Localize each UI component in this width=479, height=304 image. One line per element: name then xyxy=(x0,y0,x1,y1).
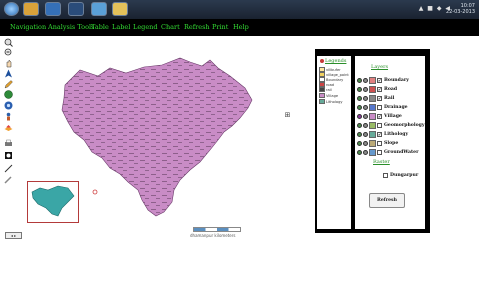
menu-analysis-tools[interactable]: Analysis Tools xyxy=(48,23,94,31)
layer-swatch xyxy=(369,139,376,147)
layer-row-drainage[interactable]: Drainage xyxy=(357,103,408,111)
layer-visibility-icon[interactable] xyxy=(357,95,362,101)
layer-checkbox[interactable] xyxy=(377,122,382,128)
user-icon[interactable] xyxy=(3,112,14,121)
north-arrow-icon[interactable] xyxy=(3,69,14,78)
folder-taskbar-icon[interactable] xyxy=(112,2,128,16)
printer-icon[interactable] xyxy=(3,139,14,148)
globe-icon[interactable] xyxy=(3,90,14,99)
menu-label[interactable]: Label xyxy=(112,23,130,31)
layer-row-geomorphology[interactable]: Geomorphology xyxy=(357,121,425,129)
menu-navigation[interactable]: Navigation xyxy=(10,23,46,31)
layer-visibility-icon[interactable] xyxy=(357,149,362,155)
zoom-in-icon[interactable] xyxy=(3,38,14,47)
overview-map[interactable] xyxy=(27,181,79,223)
layers-title: Layers xyxy=(371,64,389,70)
layer-row-slope[interactable]: Slope xyxy=(357,139,398,147)
legend-item: rail xyxy=(319,87,332,92)
layer-swatch xyxy=(369,85,376,93)
layer-swatch xyxy=(369,112,376,120)
layer-zoom-icon[interactable] xyxy=(363,149,368,155)
start-orb-icon[interactable] xyxy=(4,2,19,16)
legend-title: Legends xyxy=(325,58,347,64)
layer-checkbox[interactable] xyxy=(377,149,382,155)
app-taskbar-icon[interactable] xyxy=(68,2,84,16)
layer-visibility-icon[interactable] xyxy=(357,86,362,92)
layer-visibility-icon[interactable] xyxy=(357,140,362,146)
layer-zoom-icon[interactable] xyxy=(363,140,368,146)
layer-visibility-icon[interactable] xyxy=(357,131,362,137)
zoom-out-icon[interactable] xyxy=(3,48,14,57)
legend-close-icon[interactable] xyxy=(320,59,324,63)
zoom-slider[interactable]: ◂ ▸ xyxy=(5,232,22,239)
legend-item: Lithology xyxy=(319,99,343,104)
measure-icon[interactable] xyxy=(3,164,14,173)
pan-icon[interactable] xyxy=(3,59,14,68)
legend-swatch xyxy=(319,87,325,92)
windows-taskbar: ▲ ■ ◆ ◀ 10:07 22-03-2013 xyxy=(0,0,479,19)
layer-row-village[interactable]: ✔ Village xyxy=(357,112,402,120)
layer-zoom-icon[interactable] xyxy=(363,95,368,101)
layer-row-boundary[interactable]: ✔ Boundary xyxy=(357,76,409,84)
layer-zoom-icon[interactable] xyxy=(363,131,368,137)
legend-list: Legends villbufer village_point Boundary… xyxy=(317,56,351,229)
layer-row-lithology[interactable]: ✔ Lithology xyxy=(357,130,408,138)
menu-refresh[interactable]: Refresh xyxy=(184,23,210,31)
menu-legend[interactable]: Legend xyxy=(133,23,158,31)
layer-checkbox[interactable]: ✔ xyxy=(377,86,382,92)
media-player-taskbar-icon[interactable] xyxy=(45,2,61,16)
raster-checkbox[interactable] xyxy=(383,172,388,178)
scale-bar xyxy=(193,227,241,232)
scale-bar-label: dhamanpur kilometers xyxy=(190,233,236,238)
legend-swatch xyxy=(319,99,325,104)
menu-help[interactable]: Help xyxy=(233,23,249,31)
layer-checkbox[interactable]: ✔ xyxy=(377,95,382,101)
legend-swatch xyxy=(319,93,325,98)
layer-swatch xyxy=(369,94,376,102)
layer-visibility-icon[interactable] xyxy=(357,113,362,119)
explorer-taskbar-icon[interactable] xyxy=(23,2,39,16)
layer-row-groundwater[interactable]: GroundWater xyxy=(357,148,419,156)
system-clock[interactable]: 10:07 22-03-2013 xyxy=(446,3,475,15)
app-menubar: Navigation Analysis Tools Table Label Le… xyxy=(0,19,479,36)
gis-app-taskbar-icon[interactable] xyxy=(91,2,107,16)
menu-table[interactable]: Table xyxy=(91,23,109,31)
layer-zoom-icon[interactable] xyxy=(363,86,368,92)
raster-row-dungarpur[interactable]: Dungarpur xyxy=(383,171,418,179)
layer-swatch xyxy=(369,121,376,129)
layer-zoom-icon[interactable] xyxy=(363,122,368,128)
layer-visibility-icon[interactable] xyxy=(357,122,362,128)
layers-icon[interactable] xyxy=(3,124,14,133)
layer-zoom-icon[interactable] xyxy=(363,113,368,119)
layer-swatch xyxy=(369,103,376,111)
layer-checkbox[interactable] xyxy=(377,104,382,110)
layer-zoom-icon[interactable] xyxy=(363,77,368,83)
layer-checkbox[interactable] xyxy=(377,140,382,146)
menu-chart[interactable]: Chart xyxy=(161,23,180,31)
legend-item: Village xyxy=(319,93,338,98)
menu-print[interactable]: Print xyxy=(212,23,228,31)
layer-visibility-icon[interactable] xyxy=(357,77,362,83)
layer-checkbox[interactable]: ✔ xyxy=(377,77,382,83)
pan-crosshair-icon[interactable]: ⊞ xyxy=(284,112,291,119)
layer-visibility-icon[interactable] xyxy=(357,104,362,110)
refresh-button[interactable]: Refresh xyxy=(369,193,405,208)
select-icon[interactable] xyxy=(3,151,14,160)
layer-zoom-icon[interactable] xyxy=(363,104,368,110)
layer-checkbox[interactable]: ✔ xyxy=(377,113,382,119)
overview-map-polygon xyxy=(31,185,75,217)
clock-date: 22-03-2013 xyxy=(445,9,475,15)
layer-swatch xyxy=(369,76,376,84)
info-icon[interactable] xyxy=(3,101,14,110)
layer-swatch xyxy=(369,130,376,138)
layer-checkbox[interactable]: ✔ xyxy=(377,131,382,137)
raster-title: Raster xyxy=(373,159,390,165)
layer-row-rail[interactable]: ✔ Rail xyxy=(357,94,394,102)
layer-row-road[interactable]: ✔ Road xyxy=(357,85,397,93)
eraser-icon[interactable] xyxy=(3,175,14,184)
layer-swatch xyxy=(369,148,376,156)
pencil-icon[interactable] xyxy=(3,80,14,89)
